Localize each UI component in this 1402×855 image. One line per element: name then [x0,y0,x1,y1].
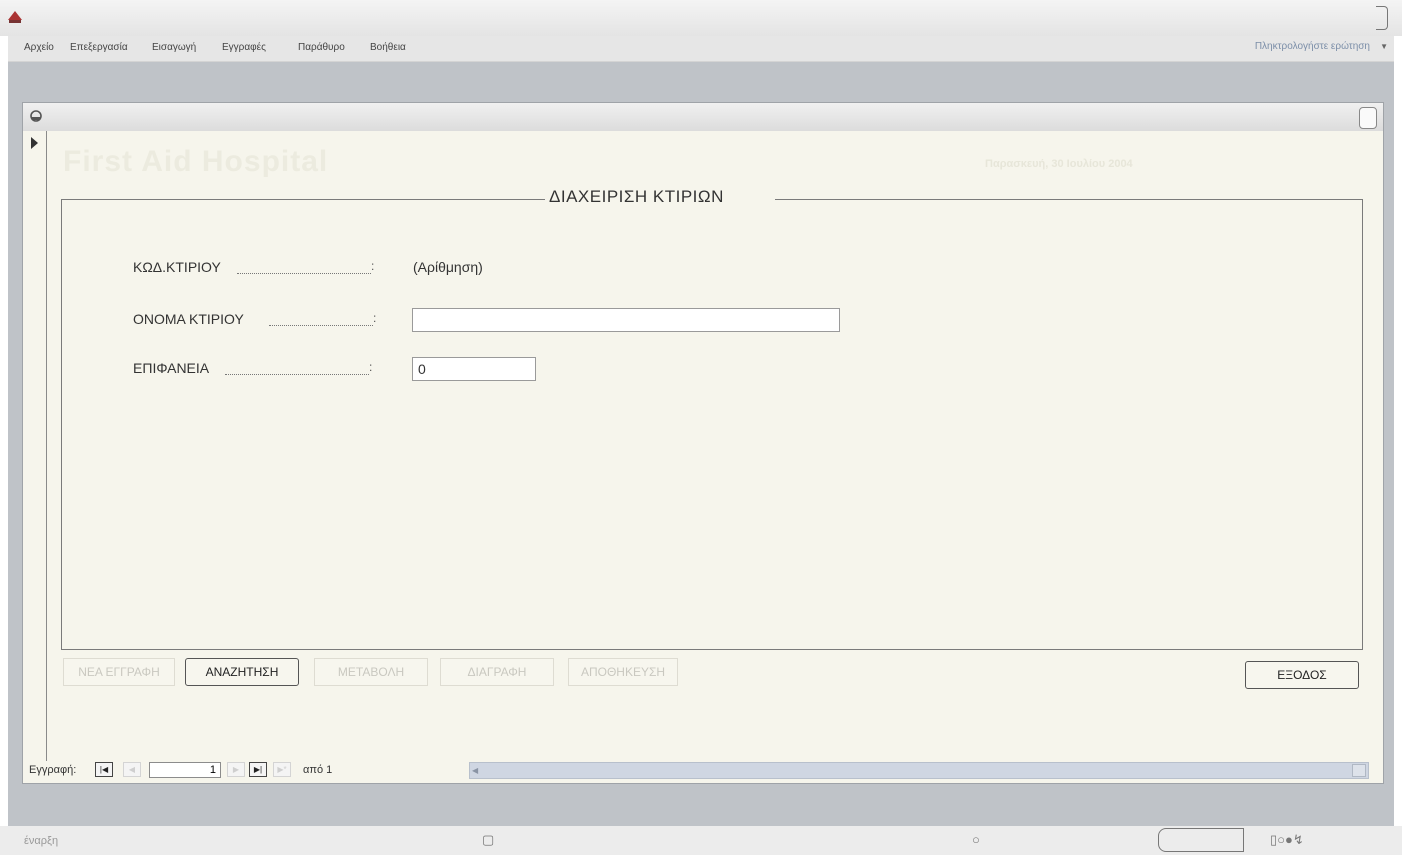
window-close-button[interactable] [1376,6,1388,30]
dotted-leader [269,325,373,326]
area-input[interactable] [412,357,536,381]
building-name-input[interactable] [412,308,840,332]
ask-dropdown-icon[interactable]: ▼ [1380,42,1388,51]
record-selector[interactable] [25,131,47,761]
field-colon: : [369,360,373,374]
current-record-input[interactable] [149,762,221,778]
form-header-date: Παρασκευή, 30 Ιουλίου 2004 [985,158,1133,170]
menu-window[interactable]: Παράθυρο [298,42,345,53]
field-colon: : [373,311,377,325]
save-button[interactable]: ΑΠΟΘΗΚΕΥΣΗ [568,658,678,686]
form-window: First Aid Hospital Παρασκευή, 30 Ιουλίου… [22,102,1384,784]
menu-help[interactable]: Βοήθεια [370,42,406,53]
first-record-icon[interactable]: |◀ [95,762,113,777]
menu-edit[interactable]: Επεξεργασία [70,42,128,53]
group-box-top-right-border [775,199,1363,200]
record-label: Εγγραφή: [29,764,77,776]
taskbar-circle-icon[interactable]: ○ [972,832,980,847]
building-code-value: (Αρίθμηση) [413,259,483,275]
menu-insert[interactable]: Εισαγωγή [152,42,196,53]
tray-icons: ▯○●↯ [1270,832,1304,847]
section-title: ΔΙΑΧΕΙΡΙΣΗ ΚΤΙΡΙΩΝ [549,187,724,206]
menu-records[interactable]: Εγγραφές [222,42,266,53]
taskbar: έναρξη ▢ ○ ▯○●↯ [0,826,1402,855]
start-button[interactable]: έναρξη [24,835,58,847]
next-record-icon[interactable]: ▶ [227,762,245,777]
prev-record-icon[interactable]: ◀ [123,762,141,777]
area-label: ΕΠΙΦΑΝΕΙΑ [133,360,210,376]
field-colon: : [371,259,375,273]
access-app-icon [8,11,22,23]
form-header-title: First Aid Hospital [63,145,329,178]
menu-file[interactable]: Αρχείο [24,42,54,53]
new-record-icon[interactable]: ▶* [273,762,291,777]
ask-question-box[interactable]: Πληκτρολογήστε ερώτηση [1255,41,1370,52]
dotted-leader [225,374,369,375]
group-box-top-left-border [61,199,545,200]
buildings-group-box [61,199,1363,650]
new-record-button[interactable]: ΝΕΑ ΕΓΓΡΑΦΗ [63,658,175,686]
record-navigator: Εγγραφή: |◀ ◀ ▶ ▶| ▶* από 1 ◀ [25,759,1381,781]
form-maximize-button[interactable] [1359,107,1377,129]
modify-button[interactable]: ΜΕΤΑΒΟΛΗ [314,658,428,686]
search-button[interactable]: ΑΝΑΖΗΤΗΣΗ [185,658,299,686]
record-count: από 1 [303,764,333,776]
horizontal-scrollbar[interactable]: ◀ [469,762,1369,779]
scroll-right-icon[interactable] [1352,764,1366,777]
scroll-left-icon[interactable]: ◀ [472,765,484,776]
taskbar-document-icon[interactable]: ▢ [482,832,494,848]
record-pointer-icon [31,137,38,149]
form-titlebar [23,103,1383,131]
last-record-icon[interactable]: ▶| [249,762,267,777]
menu-bar: Αρχείο Επεξεργασία Εισαγωγή Εγγραφές Παρ… [8,36,1394,62]
taskbar-window-button[interactable] [1158,828,1244,852]
form-icon [30,110,42,122]
exit-button[interactable]: ΕΞΟΔΟΣ [1245,661,1359,689]
dotted-leader [237,273,371,274]
building-name-label: ΟΝΟΜΑ ΚΤΙΡΙΟΥ [133,311,244,327]
app-titlebar [0,0,1402,36]
delete-button[interactable]: ΔΙΑΓΡΑΦΗ [440,658,554,686]
building-code-label: ΚΩΔ.ΚΤΙΡΙΟΥ [133,259,221,275]
